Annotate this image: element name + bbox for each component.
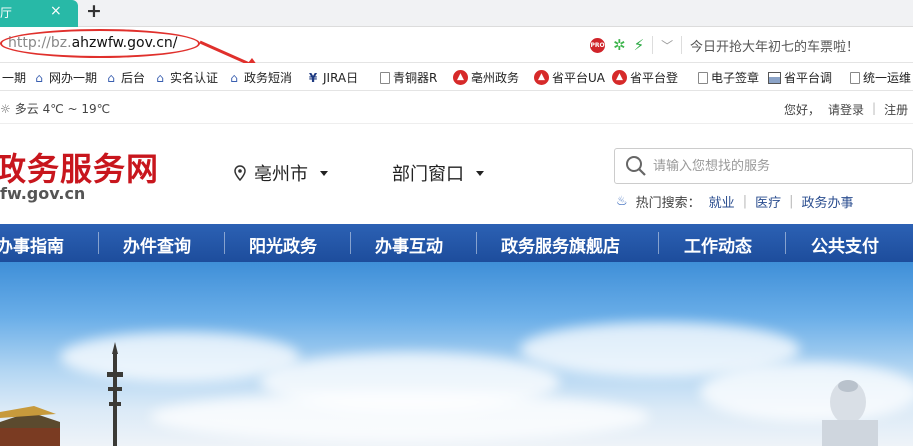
nav-item[interactable]: 公共支付 bbox=[811, 232, 879, 257]
search-input[interactable] bbox=[653, 155, 903, 177]
nav-item[interactable]: 办事指南 bbox=[0, 232, 64, 257]
bookmark-label: 电子签章 bbox=[711, 71, 760, 85]
divider: | bbox=[872, 101, 877, 115]
bookmark-label: 一期 bbox=[2, 71, 27, 85]
hot-link[interactable]: 就业 bbox=[709, 192, 735, 211]
department-selector[interactable]: 部门窗口 bbox=[392, 160, 484, 186]
bookmarks-bar: 一期 ⌂ 网办一期 ⌂ 后台 ⌂ 实名认证 ⌂ 政务短消 ¥ JIRA日 青铜器R ▲ 亳州… bbox=[0, 63, 913, 91]
divider bbox=[98, 232, 99, 254]
bookmark-label: 省平台调 bbox=[784, 71, 833, 85]
search-icon[interactable] bbox=[625, 155, 647, 177]
caret-down-icon bbox=[320, 170, 328, 176]
search-promo[interactable]: 今日开抢大年初七的车票啦！ bbox=[690, 36, 859, 55]
doc-icon bbox=[380, 71, 390, 84]
tab-title: 厅 bbox=[0, 6, 13, 20]
location-pin-icon bbox=[234, 165, 246, 181]
bookmark-item[interactable]: ⌂ 网办一期 bbox=[32, 69, 97, 86]
address-bar: http://bz.ahzwfw.gov.cn/ PRO ✲ ⚡ ﹀ 今日开抢大… bbox=[0, 27, 913, 69]
doc-icon bbox=[698, 71, 708, 84]
bookmark-label: 省平台登 bbox=[630, 71, 679, 85]
divider bbox=[785, 232, 786, 254]
bookmark-item[interactable]: ▲ 亳州政务 bbox=[453, 69, 519, 86]
greeting: 您好， bbox=[784, 103, 821, 117]
bookmark-label: 后台 bbox=[121, 71, 146, 85]
pro-icon[interactable]: PRO bbox=[590, 37, 605, 53]
nav-item[interactable]: 办件查询 bbox=[123, 232, 191, 257]
bookmark-item[interactable]: ⌂ 后台 bbox=[104, 69, 145, 86]
nav-item[interactable]: 阳光政务 bbox=[249, 232, 317, 257]
register-link[interactable]: 注册 bbox=[884, 101, 908, 118]
weather: ☼ 多云 4℃ ~ 19℃ bbox=[0, 100, 110, 117]
city-selector[interactable]: 亳州市 bbox=[234, 160, 328, 186]
hot-link[interactable]: 医疗 bbox=[755, 192, 781, 211]
weather-text: 多云 4℃ ~ 19℃ bbox=[14, 102, 111, 116]
nav-item[interactable]: 政务服务旗舰店 bbox=[501, 232, 620, 257]
bookmark-item[interactable]: ⌂ 实名认证 bbox=[153, 69, 218, 86]
bookmark-label: 亳州政务 bbox=[471, 71, 520, 85]
new-tab-button[interactable]: + bbox=[86, 0, 102, 22]
bookmark-label: 政务短消 bbox=[244, 71, 293, 85]
bookmark-item[interactable]: ▲ 省平台登 bbox=[612, 69, 678, 86]
main-nav: 办事指南 办件查询 阳光政务 办事互动 政务服务旗舰店 工作动态 公共支付 bbox=[0, 224, 913, 262]
site-top-bar: ☼ 多云 4℃ ~ 19℃ 您好， 请登录 | 注册 bbox=[0, 91, 913, 124]
bookmark-label: 统一运维 bbox=[863, 71, 912, 85]
divider bbox=[658, 232, 659, 254]
login-area: 您好， 请登录 | 注册 bbox=[784, 101, 908, 118]
bookmark-label: JIRA日 bbox=[323, 71, 359, 85]
house-icon: ⌂ bbox=[107, 70, 115, 85]
flame-icon: ♨ bbox=[616, 194, 628, 209]
image-icon bbox=[768, 71, 781, 84]
jira-icon: ¥ bbox=[308, 70, 318, 85]
hot-search: ♨ 热门搜索： 就业 | 医疗 | 政务办事 bbox=[616, 192, 854, 211]
divider bbox=[681, 36, 683, 54]
recycle-icon[interactable]: ✲ bbox=[613, 37, 626, 53]
site-logo-domain: fw.gov.cn bbox=[0, 184, 86, 203]
divider bbox=[224, 232, 225, 254]
divider bbox=[476, 232, 477, 254]
bookmark-item[interactable]: ¥ JIRA日 bbox=[306, 69, 358, 86]
close-icon[interactable]: × bbox=[50, 3, 62, 19]
bookmark-label: 青铜器R bbox=[393, 71, 438, 85]
address-bar-tools: PRO ✲ ⚡ ﹀ bbox=[590, 36, 683, 54]
divider bbox=[350, 232, 351, 254]
city-label: 亳州市 bbox=[254, 164, 308, 185]
bookmark-item[interactable]: ▲ 省平台UA bbox=[534, 69, 605, 86]
banner-scenery bbox=[0, 342, 878, 446]
bookmark-item[interactable]: 电子签章 bbox=[698, 69, 759, 86]
bookmark-item[interactable]: ⌂ 政务短消 bbox=[227, 69, 292, 86]
bookmark-label: 省平台UA bbox=[552, 71, 605, 85]
house-icon: ⌂ bbox=[230, 70, 238, 85]
caret-down-icon bbox=[476, 170, 484, 176]
doc-icon bbox=[850, 71, 860, 84]
emblem-icon: ▲ bbox=[612, 70, 627, 85]
hot-search-label: 热门搜索： bbox=[635, 196, 701, 211]
browser-tab[interactable]: 厅 × bbox=[0, 0, 78, 27]
search-box bbox=[614, 148, 913, 184]
tab-strip: 厅 × + bbox=[0, 0, 913, 27]
chevron-down-icon[interactable]: ﹀ bbox=[661, 37, 673, 54]
bookmark-item[interactable]: 省平台调 bbox=[768, 69, 832, 86]
nav-item[interactable]: 办事互动 bbox=[375, 232, 443, 257]
login-link[interactable]: 请登录 bbox=[828, 101, 864, 118]
nav-item[interactable]: 工作动态 bbox=[684, 232, 752, 257]
emblem-icon: ▲ bbox=[453, 70, 468, 85]
bookmark-label: 网办一期 bbox=[49, 71, 98, 85]
sun-icon: ☼ bbox=[0, 101, 11, 116]
bookmark-label: 实名认证 bbox=[170, 71, 219, 85]
bookmark-item[interactable]: 统一运维 bbox=[850, 69, 911, 86]
house-icon: ⌂ bbox=[156, 70, 164, 85]
lightning-icon[interactable]: ⚡ bbox=[634, 37, 645, 53]
hero-banner bbox=[0, 262, 913, 446]
divider: | bbox=[789, 194, 794, 209]
annotation-oval bbox=[0, 29, 200, 58]
bookmark-item[interactable]: 一期 bbox=[2, 69, 26, 86]
hot-link[interactable]: 政务办事 bbox=[801, 192, 853, 211]
house-icon: ⌂ bbox=[35, 70, 43, 85]
divider: | bbox=[742, 194, 748, 209]
department-label: 部门窗口 bbox=[392, 164, 464, 185]
divider bbox=[652, 36, 654, 54]
bookmark-item[interactable]: 青铜器R bbox=[380, 69, 437, 86]
emblem-icon: ▲ bbox=[534, 70, 549, 85]
